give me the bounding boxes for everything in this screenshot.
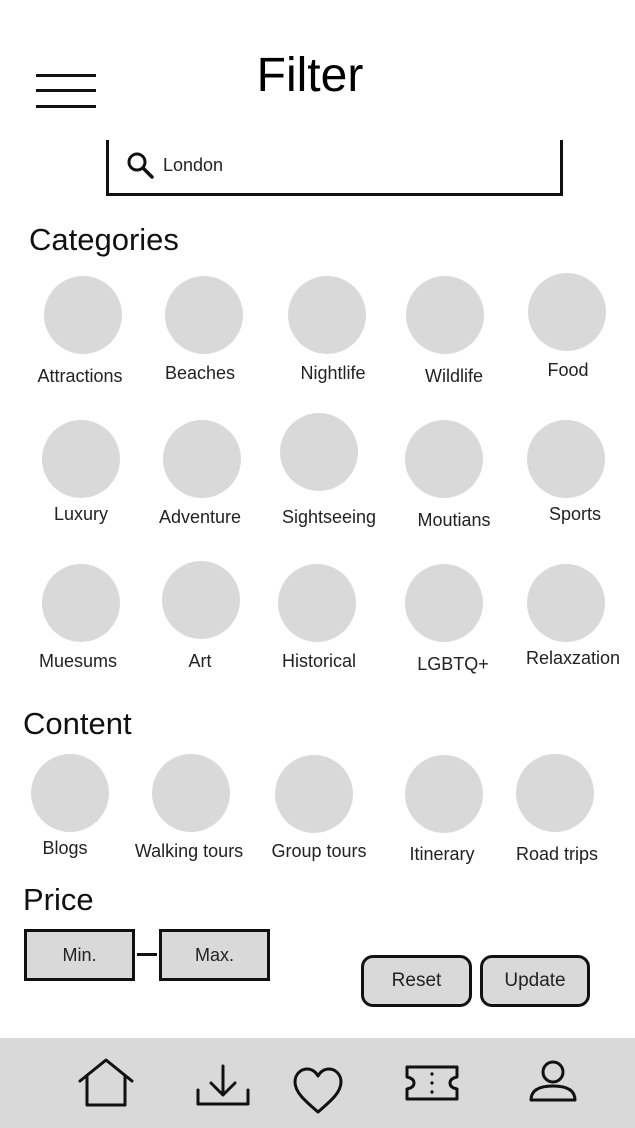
content-image (275, 755, 353, 833)
content-label: Blogs (42, 838, 88, 858)
category-image (42, 420, 120, 498)
category-image (528, 273, 606, 351)
content-label: Road trips (515, 844, 599, 864)
content-image (152, 754, 230, 832)
category-image (405, 564, 483, 642)
content-label: Group tours (271, 841, 367, 861)
category-label: Adventure (158, 507, 242, 527)
category-image (42, 564, 120, 642)
content-heading: Content (23, 706, 132, 741)
download-icon[interactable] (195, 1062, 251, 1108)
category-label: LGBTQ+ (417, 654, 489, 674)
category-image (278, 564, 356, 642)
category-image (406, 276, 484, 354)
category-image (44, 276, 122, 354)
heart-icon[interactable] (292, 1066, 344, 1116)
category-image (527, 420, 605, 498)
price-range-dash (137, 953, 157, 956)
category-image (405, 420, 483, 498)
category-label: Relaxzation (525, 648, 621, 668)
price-heading: Price (23, 882, 94, 917)
category-image (162, 561, 240, 639)
content-image (405, 755, 483, 833)
price-min-input[interactable]: Min. (24, 929, 135, 981)
category-image (527, 564, 605, 642)
update-button[interactable]: Update (480, 955, 590, 1007)
category-label: Muesums (38, 651, 118, 671)
user-icon[interactable] (527, 1058, 579, 1104)
search-icon (127, 152, 154, 179)
search-input[interactable] (163, 152, 523, 178)
ticket-icon[interactable] (404, 1062, 460, 1104)
reset-button[interactable]: Reset (361, 955, 472, 1007)
category-label: Beaches (164, 363, 236, 383)
category-label: Historical (281, 651, 356, 671)
category-label: Sightseeing (281, 507, 377, 527)
content-image (516, 754, 594, 832)
content-label: Walking tours (134, 841, 244, 861)
category-image (288, 276, 366, 354)
category-image (165, 276, 243, 354)
category-image (280, 413, 358, 491)
category-image (163, 420, 241, 498)
page-title: Filter (256, 49, 364, 102)
categories-heading: Categories (29, 222, 179, 257)
category-label: Food (547, 360, 589, 380)
category-label: Attractions (37, 366, 123, 386)
search-bar[interactable] (106, 140, 563, 196)
content-image (31, 754, 109, 832)
category-label: Nightlife (300, 363, 366, 383)
category-label: Moutians (417, 510, 491, 530)
home-icon[interactable] (76, 1057, 136, 1109)
price-max-input[interactable]: Max. (159, 929, 270, 981)
bottom-nav (0, 1038, 635, 1128)
category-label: Sports (548, 504, 602, 524)
